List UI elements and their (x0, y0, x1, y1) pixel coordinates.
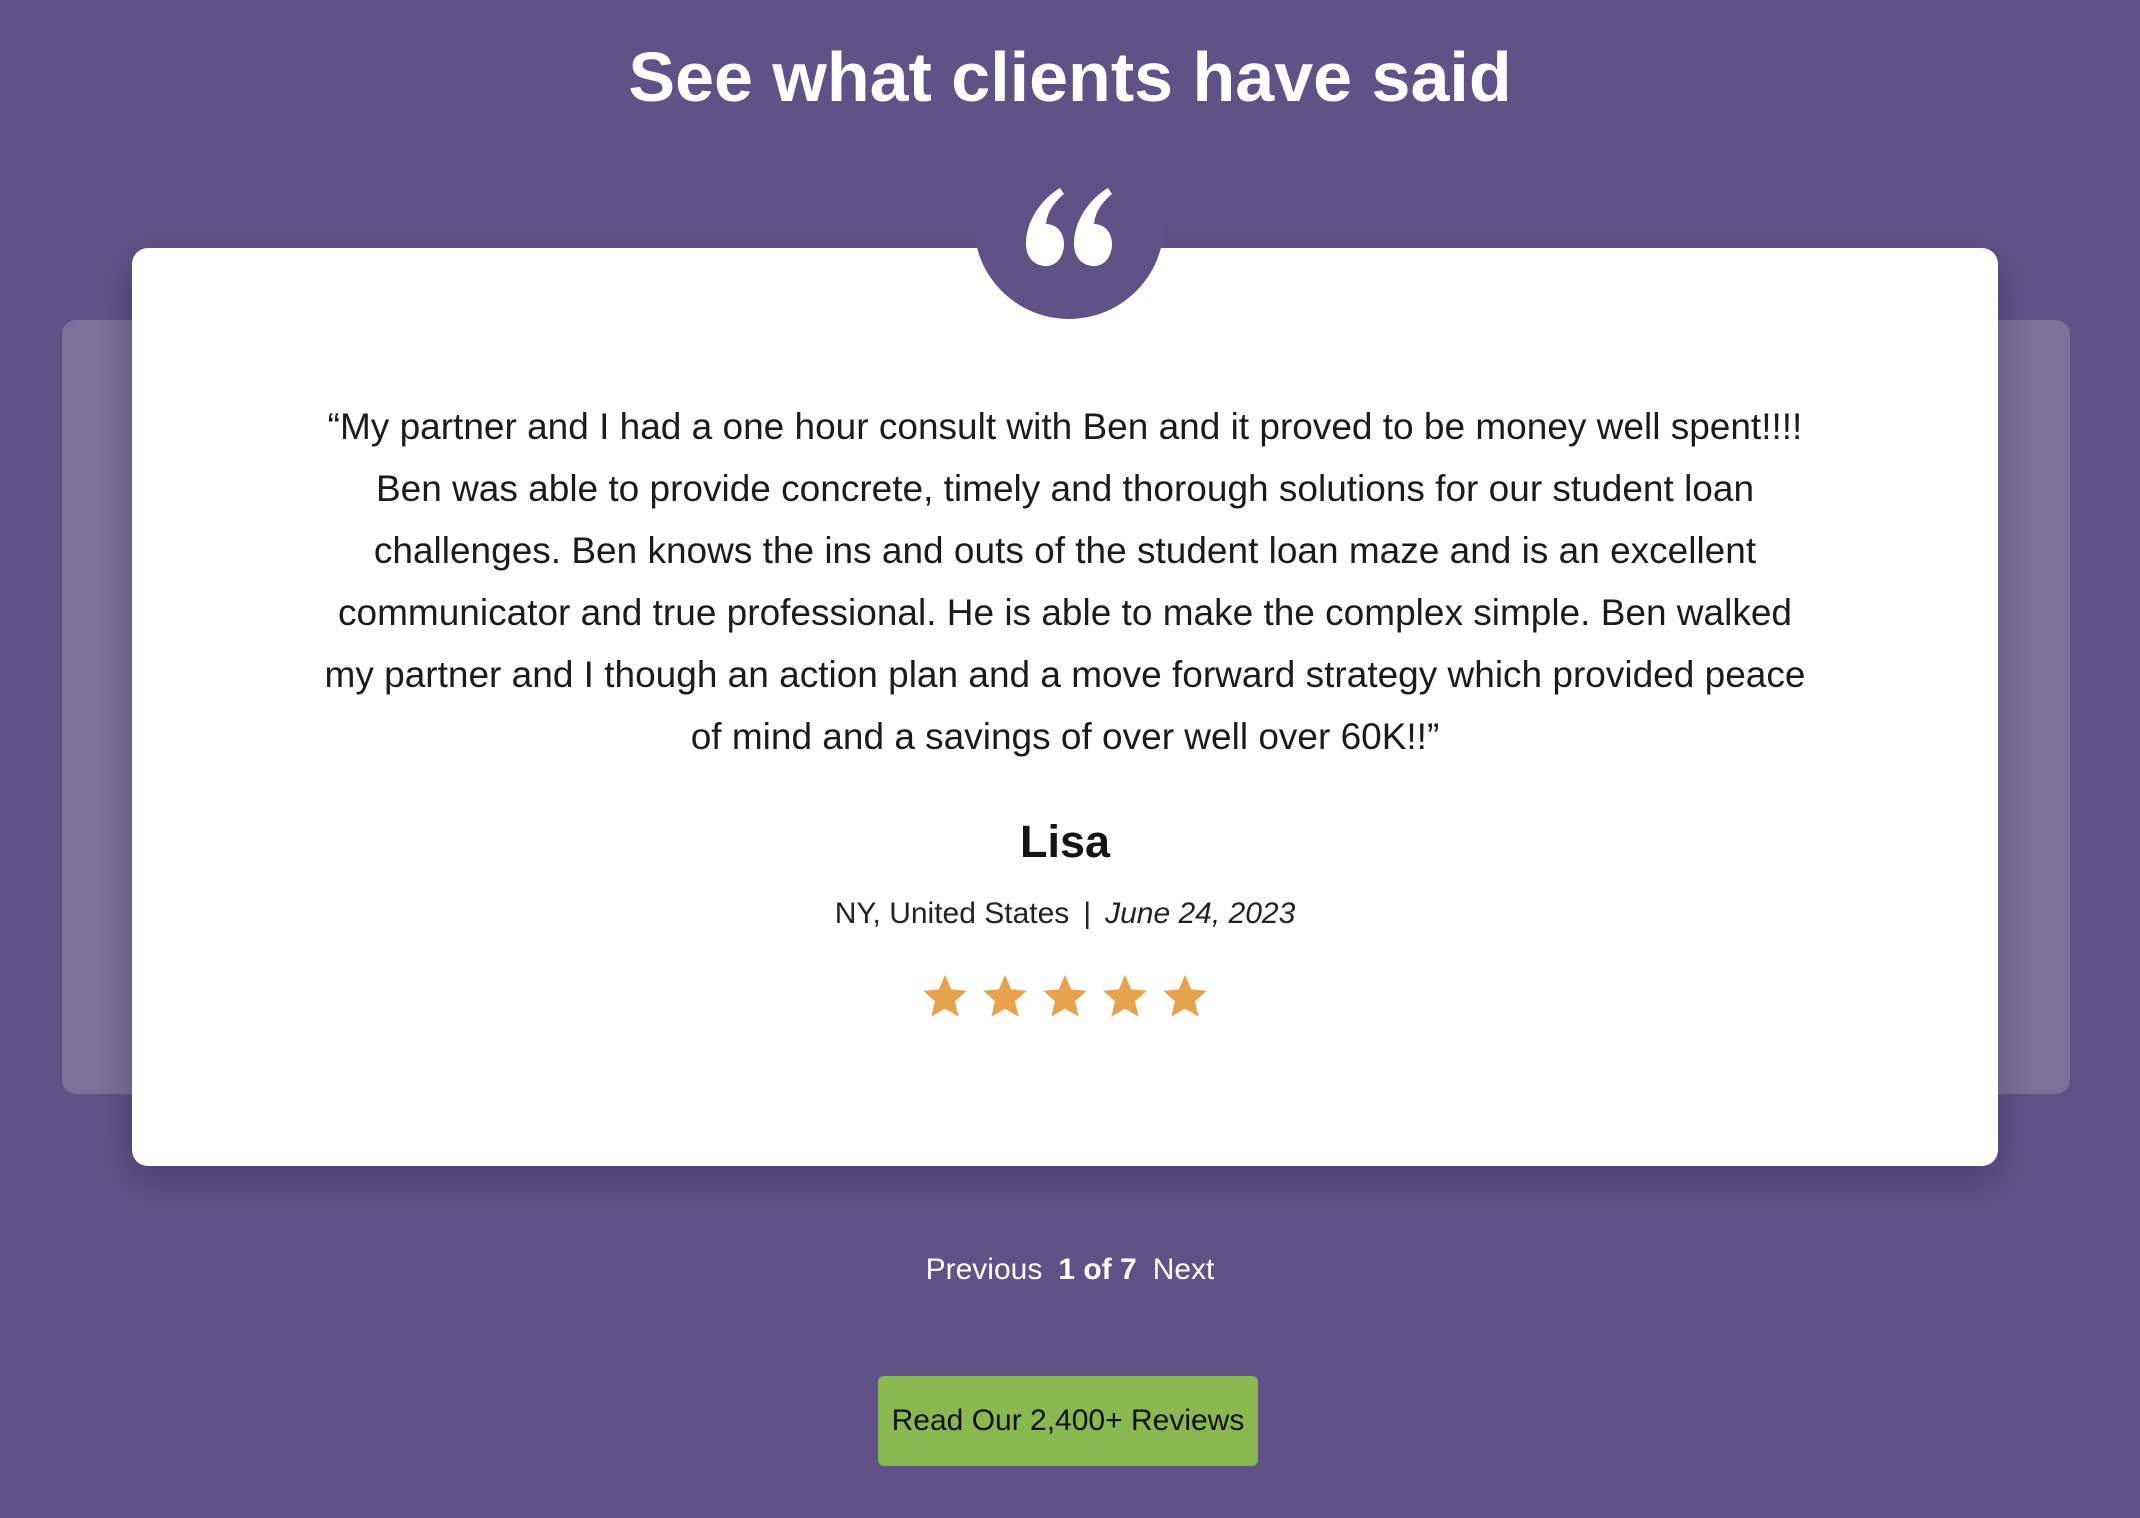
reviewer-name: Lisa (1019, 816, 1111, 867)
reviewer-location: NY, United States (834, 897, 1070, 930)
reviewer-meta: NY, United States | June 24, 2023 (132, 894, 1998, 934)
next-link[interactable]: Next (1153, 1246, 1215, 1294)
star-icon (1163, 975, 1207, 1017)
star-icon (1103, 975, 1147, 1017)
meta-separator: | (1083, 897, 1092, 930)
section-title: See what clients have said (628, 38, 1512, 116)
pagination: Previous 1 of 7 Next (0, 1246, 2140, 1294)
review-date: June 24, 2023 (1105, 897, 1296, 930)
previous-link[interactable]: Previous (926, 1246, 1043, 1294)
read-reviews-button[interactable]: Read Our 2,400+ Reviews (878, 1376, 1258, 1466)
star-icon (1043, 975, 1087, 1017)
star-rating (132, 972, 1998, 1028)
star-icon (983, 975, 1027, 1017)
testimonial-quote: “My partner and I had a one hour consult… (324, 406, 1806, 757)
testimonial-card: “My partner and I had a one hour consult… (132, 248, 1998, 1166)
page-indicator: 1 of 7 (1058, 1253, 1137, 1286)
star-icon (923, 975, 967, 1017)
quote-mark-icon (974, 150, 1164, 290)
